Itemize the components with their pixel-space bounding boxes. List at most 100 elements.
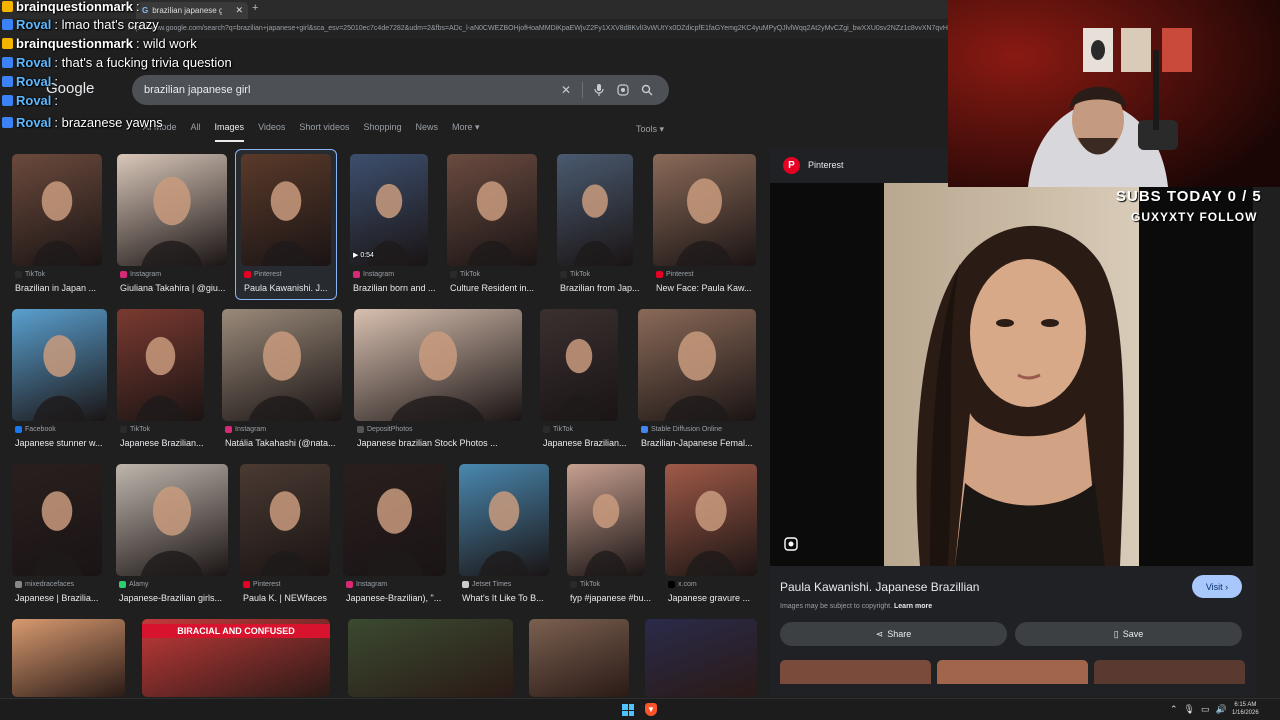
network-icon[interactable]: ▭ [1201, 704, 1210, 715]
result-image[interactable] [343, 464, 446, 576]
related-image[interactable] [937, 660, 1088, 684]
share-button[interactable]: ⋖ Share [780, 622, 1007, 646]
result-image[interactable] [12, 154, 102, 266]
search-icon[interactable] [635, 80, 659, 100]
result-image[interactable] [12, 464, 102, 576]
tab-shopping[interactable]: Shopping [363, 122, 401, 142]
result-title[interactable]: Japanese-Brazilian girls... [119, 593, 222, 603]
result-image[interactable] [557, 154, 633, 266]
result-source[interactable]: x.com [668, 581, 697, 588]
result-image[interactable] [653, 154, 756, 266]
tools-button[interactable]: Tools ▾ [636, 124, 664, 135]
result-title[interactable]: Brazilian born and ... [353, 283, 436, 293]
result-title[interactable]: Japanese stunner w... [15, 438, 103, 448]
chevron-up-icon[interactable]: ⌃ [1170, 704, 1178, 715]
volume-icon[interactable]: 🔊 [1216, 704, 1227, 715]
result-source[interactable]: DepositPhotos [357, 426, 413, 433]
result-source[interactable]: Facebook [15, 426, 56, 433]
result-source[interactable]: Pinterest [243, 581, 281, 588]
result-source[interactable]: TikTok [570, 581, 600, 588]
preview-site-name[interactable]: Pinterest [808, 160, 844, 170]
result-title[interactable]: Japanese gravure ... [668, 593, 750, 603]
new-tab-button[interactable]: + [252, 2, 258, 14]
result-source[interactable]: Jetset Times [462, 581, 511, 588]
clock[interactable]: 6:15 AM 1/16/2026 [1232, 701, 1259, 717]
result-image[interactable] [241, 154, 331, 266]
result-title[interactable]: New Face: Paula Kaw... [656, 283, 752, 293]
copyright-text: Images may be subject to copyright. [780, 603, 893, 610]
result-image[interactable] [117, 154, 227, 266]
result-title[interactable]: Brazilian from Jap... [560, 283, 640, 293]
result-image[interactable] [540, 309, 618, 421]
result-image[interactable] [12, 619, 125, 697]
tab-all[interactable]: All [191, 122, 201, 142]
clear-search-icon[interactable]: ✕ [554, 80, 578, 100]
brave-browser-icon[interactable]: ▼ [645, 703, 657, 716]
result-title[interactable]: Brazilian in Japan ... [15, 283, 96, 293]
result-source[interactable]: Instagram [346, 581, 387, 588]
result-title[interactable]: Paula Kawanishi. J... [244, 283, 328, 293]
result-source[interactable]: Alamy [119, 581, 148, 588]
visit-button[interactable]: Visit › [1192, 575, 1242, 598]
result-image[interactable] [567, 464, 645, 576]
tab-images[interactable]: Images [214, 122, 245, 142]
result-title[interactable]: Japanese Brazilian... [543, 438, 627, 448]
preview-image[interactable] [770, 183, 1253, 566]
tab-videos[interactable]: Videos [258, 122, 285, 142]
result-title[interactable]: Japanese | Brazilia... [15, 593, 98, 603]
result-source[interactable]: TikTok [560, 271, 590, 278]
result-title[interactable]: Brazilian-Japanese Femal... [641, 438, 753, 448]
result-title[interactable]: Paula K. | NEWfaces [243, 593, 327, 603]
result-title[interactable]: Culture Resident in... [450, 283, 534, 293]
result-image[interactable] [665, 464, 757, 576]
result-source[interactable]: TikTok [15, 271, 45, 278]
result-image[interactable] [350, 154, 428, 266]
result-source[interactable]: TikTok [120, 426, 150, 433]
result-image[interactable] [116, 464, 228, 576]
microphone-tray-icon[interactable]: 🎙 [1184, 704, 1195, 715]
tab-more[interactable]: More ▾ [452, 122, 480, 142]
close-tab-icon[interactable]: ✕ [235, 5, 243, 16]
microphone-icon[interactable] [587, 80, 611, 100]
result-image[interactable] [459, 464, 549, 576]
result-source[interactable]: Pinterest [656, 271, 694, 278]
result-title[interactable]: Giuliana Takahira | @giu... [120, 283, 225, 293]
result-title[interactable]: What's It Like To B... [462, 593, 544, 603]
learn-more-link[interactable]: Learn more [894, 603, 932, 610]
result-title[interactable]: Japanese-Brazilian), "... [346, 593, 441, 603]
search-input[interactable] [144, 84, 554, 96]
result-image[interactable] [638, 309, 756, 421]
search-box: ✕ [132, 75, 669, 105]
preview-title[interactable]: Paula Kawanishi. Japanese Brazillian [780, 580, 979, 594]
result-title[interactable]: fyp #japanese #bu... [570, 593, 651, 603]
result-source[interactable]: Instagram [225, 426, 266, 433]
result-title[interactable]: Natália Takahashi (@nata... [225, 438, 336, 448]
result-source[interactable]: mixedracefaces [15, 581, 74, 588]
source-name: Facebook [25, 426, 56, 433]
result-source[interactable]: Instagram [120, 271, 161, 278]
result-source[interactable]: TikTok [543, 426, 573, 433]
tab-short-videos[interactable]: Short videos [299, 122, 349, 142]
result-title[interactable]: Japanese Brazilian... [120, 438, 204, 448]
result-source[interactable]: Pinterest [244, 271, 282, 278]
related-image[interactable] [780, 660, 931, 684]
result-image[interactable] [529, 619, 629, 697]
result-image[interactable] [240, 464, 330, 576]
result-image[interactable] [645, 619, 757, 697]
result-image[interactable] [354, 309, 522, 421]
lens-icon[interactable] [611, 80, 635, 100]
result-source[interactable]: Instagram [353, 271, 394, 278]
result-title[interactable]: Japanese brazilian Stock Photos ... [357, 438, 498, 448]
save-button[interactable]: ▯ Save [1015, 622, 1242, 646]
result-image[interactable] [12, 309, 107, 421]
result-source[interactable]: TikTok [450, 271, 480, 278]
result-image[interactable] [447, 154, 537, 266]
result-image[interactable] [348, 619, 513, 697]
lens-search-icon[interactable] [784, 537, 799, 552]
tab-news[interactable]: News [416, 122, 439, 142]
result-source[interactable]: Stable Diffusion Online [641, 426, 722, 433]
windows-start-icon[interactable] [622, 704, 634, 716]
result-image[interactable] [222, 309, 342, 421]
result-image[interactable] [117, 309, 204, 421]
related-image[interactable] [1094, 660, 1245, 684]
